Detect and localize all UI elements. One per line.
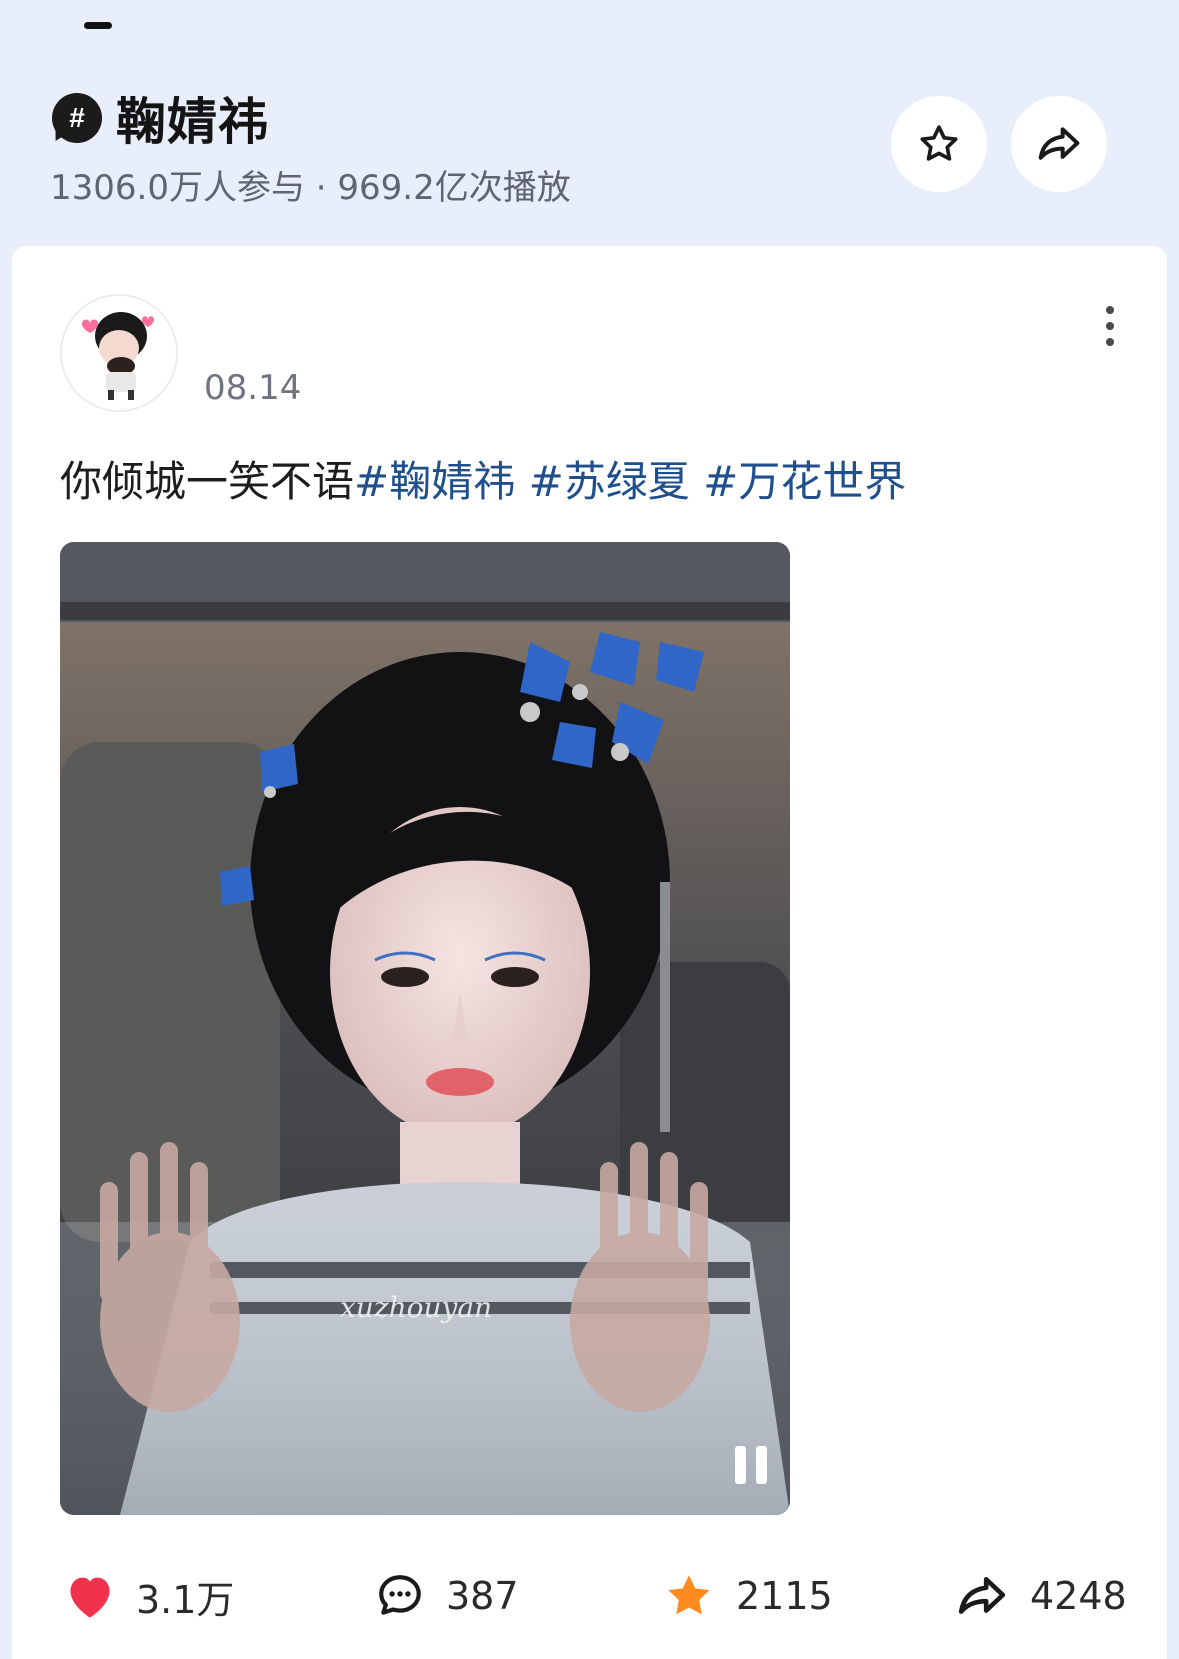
caption-text: 你倾城一笑不语 [60, 457, 355, 506]
like-button[interactable]: 3.1万 [64, 1556, 234, 1636]
post-date: 08.14 [204, 368, 302, 408]
share-arrow-icon [1038, 127, 1080, 160]
avatar[interactable] [60, 294, 178, 412]
topic-stats: 1306.0万人参与 · 969.2亿次播放 [50, 168, 571, 208]
star-filled-icon [668, 1575, 710, 1615]
post-video[interactable]: xuzhouyan [60, 542, 790, 1515]
status-bar-indicator [84, 22, 112, 29]
heart-icon [70, 1577, 110, 1618]
more-dot [1106, 306, 1114, 314]
pause-bar [756, 1446, 767, 1484]
hashtag-link[interactable]: #苏绿夏 [529, 457, 690, 506]
post-caption: 你倾城一笑不语#鞠婧祎 #苏绿夏 #万花世界 [60, 448, 906, 509]
hashtag-icon: # [52, 93, 102, 143]
topic-title-row: # 鞠婧祎 [52, 82, 269, 154]
comment-count: 387 [446, 1574, 519, 1618]
share-topic-button[interactable] [1011, 96, 1107, 192]
favorite-count: 2115 [736, 1574, 833, 1618]
video-frame: xuzhouyan [60, 542, 790, 1515]
post-card: 08.14 你倾城一笑不语#鞠婧祎 #苏绿夏 #万花世界 xuzhouyan 3… [12, 246, 1167, 1659]
comment-icon [379, 1575, 421, 1615]
video-watermark: xuzhouyan [340, 1291, 492, 1324]
star-outline-icon [920, 125, 958, 161]
topic-header: # 鞠婧祎 1306.0万人参与 · 969.2亿次播放 [0, 0, 1179, 245]
hashtag-link[interactable]: #鞠婧祎 [354, 457, 515, 506]
favorite-button[interactable]: 2115 [662, 1556, 833, 1636]
pause-button[interactable] [728, 1442, 774, 1488]
more-options-button[interactable] [1098, 302, 1122, 350]
share-arrow-icon [958, 1577, 1006, 1614]
more-dot [1106, 338, 1114, 346]
post-actions: 3.1万 387 2115 4248 [12, 1556, 1167, 1636]
avatar-image [62, 296, 176, 410]
share-count: 4248 [1030, 1574, 1127, 1618]
favorite-topic-button[interactable] [891, 96, 987, 192]
share-button[interactable]: 4248 [954, 1556, 1127, 1636]
topic-title: 鞠婧祎 [116, 93, 269, 151]
hashtag-link[interactable]: #万花世界 [703, 457, 906, 506]
comment-button[interactable]: 387 [374, 1556, 519, 1636]
like-count: 3.1万 [136, 1577, 235, 1622]
pause-bar [735, 1446, 746, 1484]
more-dot [1106, 322, 1114, 330]
